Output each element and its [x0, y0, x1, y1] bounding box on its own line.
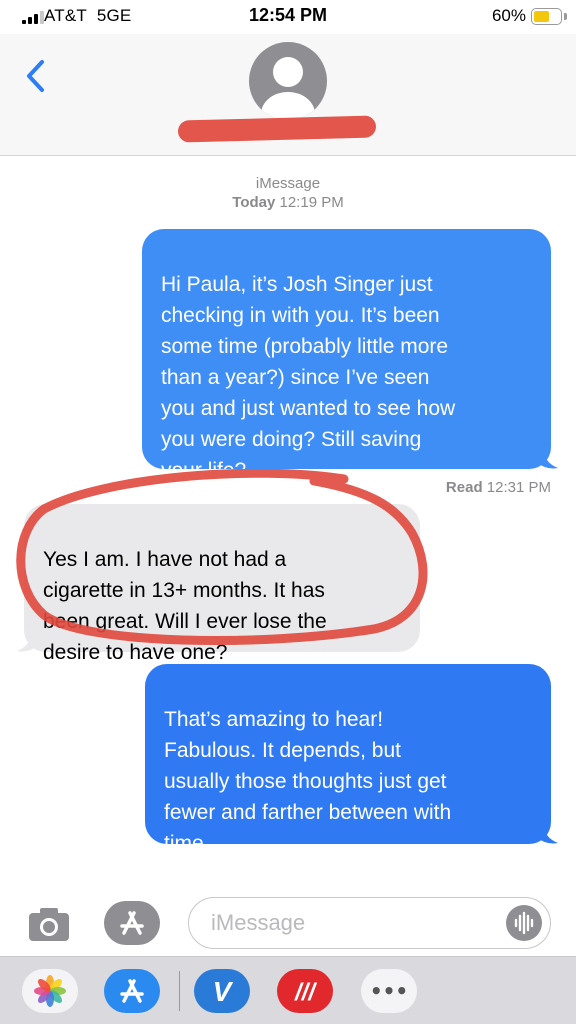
bubble-tail — [17, 634, 37, 652]
status-time: 12:54 PM — [248, 5, 328, 25]
waveform-icon — [514, 911, 534, 935]
outgoing-message-bubble[interactable]: That’s amazing to hear! Fabulous. It dep… — [145, 664, 558, 855]
venmo-app-button[interactable]: V — [194, 969, 250, 1013]
photos-app-button[interactable] — [22, 969, 78, 1013]
venmo-icon: V — [213, 976, 234, 1007]
person-silhouette-icon — [261, 57, 315, 120]
redaction-scribble — [177, 115, 377, 143]
status-bar: AT&T 5GE 12:54 PM 60% — [0, 0, 576, 34]
timestamp-time: 12:19 PM — [279, 194, 344, 211]
read-label: Read — [445, 479, 483, 496]
battery-fill — [534, 11, 549, 22]
contact-avatar[interactable] — [249, 42, 327, 120]
battery-icon — [531, 8, 562, 25]
outgoing-message-bubble[interactable]: Hi Paula, it’s Josh Singer just checking… — [142, 229, 558, 482]
more-apps-button[interactable]: ••• — [361, 969, 417, 1013]
conversation-header — [0, 34, 576, 156]
stripes-app-icon: /// — [294, 979, 317, 1006]
audio-message-button[interactable] — [506, 905, 542, 941]
timestamp-line: Today 12:19 PM — [0, 193, 576, 212]
message-text: Hi Paula, it’s Josh Singer just checking… — [161, 273, 456, 482]
message-text: That’s amazing to hear! Fabulous. It dep… — [164, 708, 452, 855]
back-button[interactable] — [22, 56, 52, 96]
battery-percent: 60% — [491, 6, 526, 25]
thread-timestamp: iMessage Today 12:19 PM — [0, 174, 576, 212]
app-store-icon — [120, 979, 144, 1003]
app-store-app-button[interactable] — [104, 969, 160, 1013]
app-store-icon — [120, 911, 144, 935]
timestamp-day: Today — [232, 194, 276, 211]
more-icon: ••• — [370, 979, 408, 1003]
app-store-button[interactable] — [104, 901, 160, 945]
more-glyph: ••• — [370, 979, 408, 1003]
bubble-tail — [538, 451, 558, 469]
stripes-glyph: /// — [294, 979, 317, 1006]
drawer-divider — [179, 971, 180, 1011]
bubble-tail — [538, 826, 558, 844]
camera-button[interactable] — [25, 904, 73, 944]
stripes-app-button[interactable]: /// — [277, 969, 333, 1013]
service-label: iMessage — [255, 175, 321, 192]
message-input-placeholder: iMessage — [211, 910, 306, 935]
battery-tip — [564, 13, 567, 20]
message-input[interactable]: iMessage — [188, 897, 551, 949]
read-receipt: Read 12:31 PM — [446, 479, 551, 496]
incoming-message-bubble[interactable]: Yes I am. I have not had a cigarette in … — [17, 504, 420, 664]
read-time: 12:31 PM — [486, 479, 551, 496]
app-drawer: V /// ••• — [0, 956, 576, 1024]
camera-icon — [29, 908, 69, 941]
photos-icon — [34, 975, 66, 1007]
chevron-left-icon — [27, 60, 44, 92]
venmo-glyph: V — [213, 976, 234, 1007]
message-text: Yes I am. I have not had a cigarette in … — [43, 548, 327, 664]
